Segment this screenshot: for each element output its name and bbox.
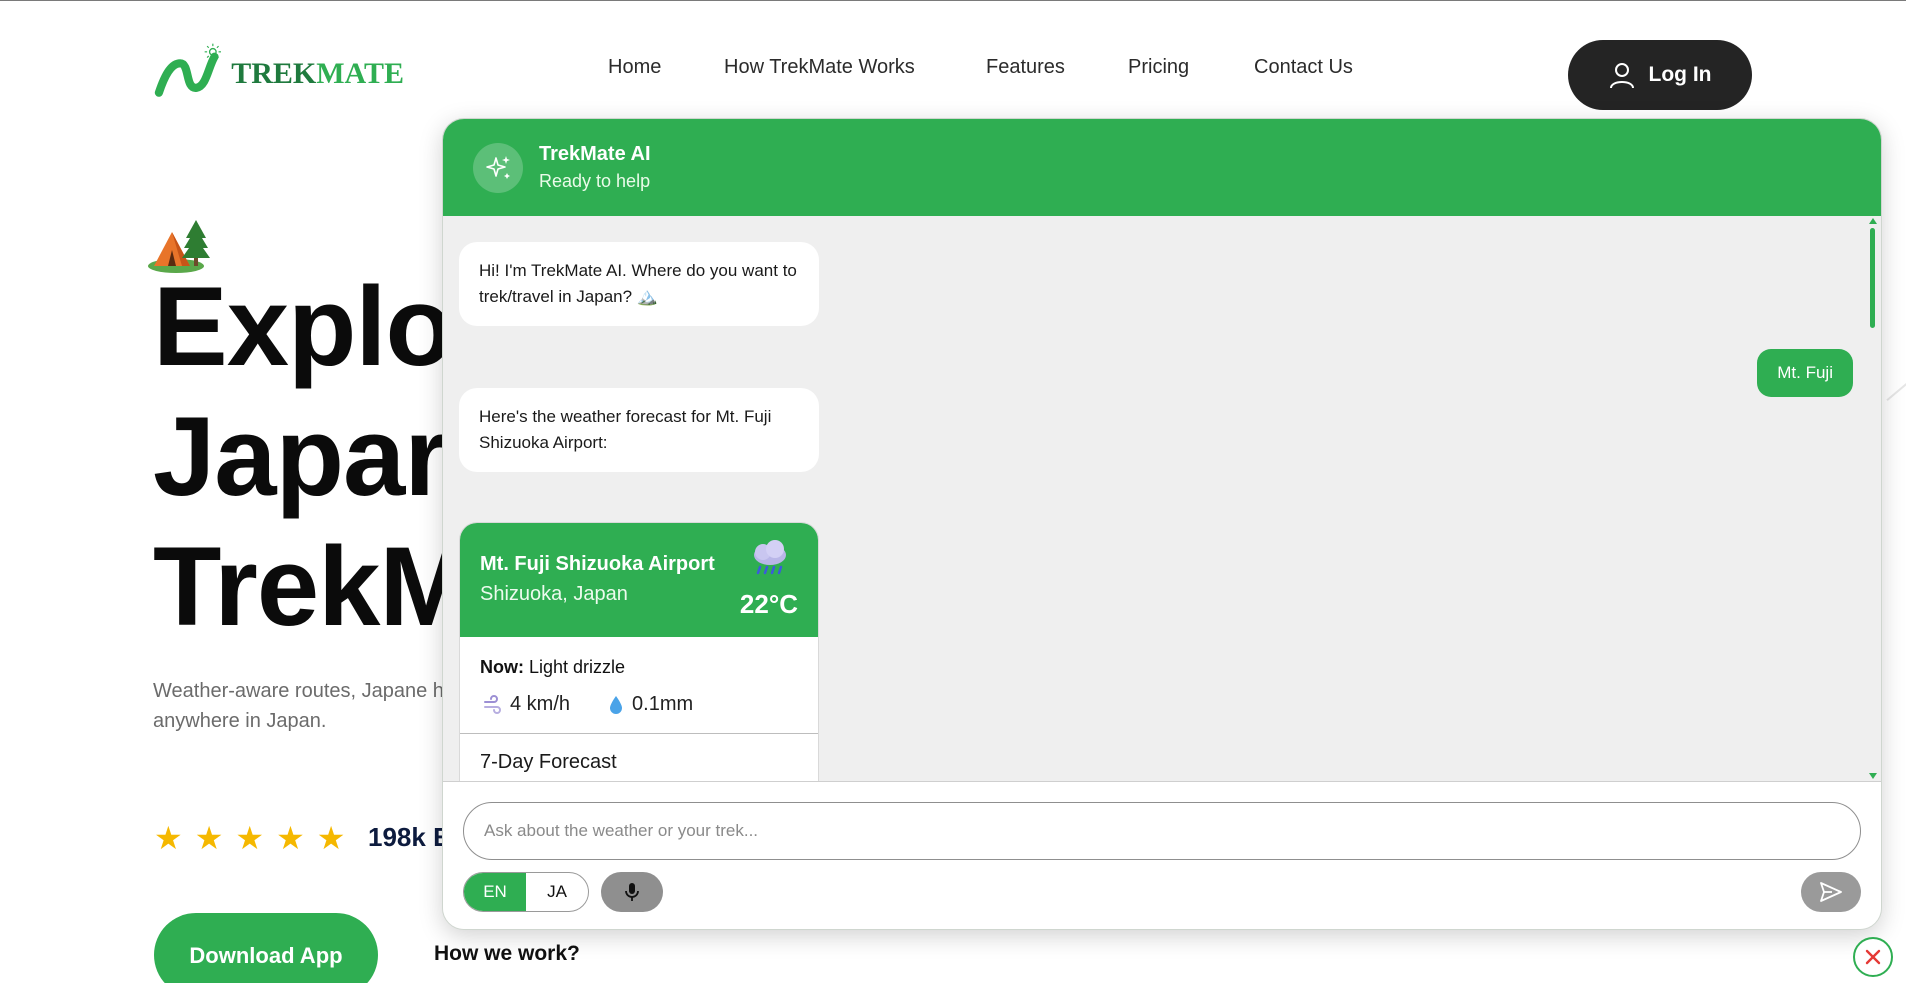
nav-features[interactable]: Features [986, 56, 1065, 79]
wind-icon [484, 694, 501, 714]
nav-contact-us[interactable]: Contact Us [1254, 56, 1353, 79]
close-icon [1865, 949, 1881, 965]
scroll-up-arrow-icon[interactable] [1869, 218, 1877, 224]
bot-message-forecast-intro: Here's the weather forecast for Mt. Fuji… [459, 388, 819, 472]
weather-location: Mt. Fuji Shizuoka Airport [480, 553, 715, 575]
weather-now-condition: Light drizzle [529, 657, 626, 677]
star-icon: ★ [316, 820, 346, 856]
weather-wind: 4 km/h [510, 693, 571, 715]
send-button[interactable] [1801, 872, 1861, 912]
lang-en-button[interactable]: EN [464, 873, 526, 911]
user-message: Mt. Fuji [1757, 349, 1853, 397]
weather-forecast-title: 7-Day Forecast [480, 751, 617, 773]
hero-title-line-3: TrekM [153, 524, 473, 649]
lang-ja-button[interactable]: JA [526, 873, 588, 911]
rating-stars: ★ ★ ★ ★ ★ [154, 822, 345, 854]
droplet-icon [610, 695, 623, 714]
weather-temperature: 22°C [739, 589, 798, 619]
scroll-down-arrow-icon[interactable] [1869, 773, 1877, 779]
chat-header: TrekMate AI Ready to help [443, 119, 1881, 216]
hero-title-line-2: Japar [153, 394, 448, 519]
hero-title: Explo Japar TrekM [153, 262, 473, 652]
bot-name: TrekMate AI [539, 143, 651, 165]
how-we-work-link[interactable]: How we work? [434, 942, 580, 966]
hero-title-line-1: Explo [153, 264, 454, 389]
chat-widget: TrekMate AI Ready to help Hi! I'm TrekMa… [442, 118, 1882, 930]
chat-messages[interactable]: Hi! I'm TrekMate AI. Where do you want t… [443, 216, 1881, 812]
weather-now: Now: Light drizzle [480, 657, 625, 678]
rating-count: 198k E [368, 822, 451, 852]
star-icon: ★ [154, 820, 183, 856]
top-border [0, 0, 1906, 1]
weather-card: Mt. Fuji Shizuoka Airport Shizuoka, Japa… [459, 522, 819, 812]
star-icon: ★ [235, 820, 265, 856]
nav-how-trekmate-works[interactable]: How TrekMate Works [724, 56, 915, 79]
bot-status: Ready to help [539, 171, 651, 191]
language-toggle: EN JA [463, 872, 589, 912]
rain-cloud-icon [754, 540, 786, 575]
chat-input[interactable] [463, 802, 1861, 860]
login-button[interactable]: Log In [1568, 40, 1752, 110]
decorative-line [1886, 360, 1906, 402]
nav-home[interactable]: Home [608, 56, 661, 79]
chat-composer: EN JA [443, 781, 1881, 929]
weather-card-header: Mt. Fuji Shizuoka Airport Shizuoka, Japa… [460, 523, 818, 637]
star-icon: ★ [276, 820, 305, 856]
bot-message-greeting: Hi! I'm TrekMate AI. Where do you want t… [459, 242, 819, 326]
send-icon [1820, 882, 1842, 902]
nav-pricing[interactable]: Pricing [1128, 56, 1189, 79]
bot-avatar [473, 143, 523, 193]
weather-stats: 4 km/h 0.1mm [482, 693, 693, 716]
microphone-icon [625, 883, 639, 901]
star-icon: ★ [194, 820, 224, 856]
close-chat-button[interactable] [1853, 937, 1893, 977]
scroll-thumb[interactable] [1870, 228, 1875, 328]
weather-divider [460, 733, 818, 734]
microphone-button[interactable] [601, 872, 663, 912]
weather-precip: 0.1mm [632, 693, 694, 715]
sparkles-icon [486, 156, 510, 179]
weather-region: Shizuoka, Japan [480, 583, 628, 605]
weather-now-label: Now: [480, 657, 524, 677]
download-app-button[interactable]: Download App [154, 913, 378, 983]
chat-scrollbar[interactable] [1868, 216, 1878, 781]
user-icon [1609, 63, 1634, 89]
login-label: Log In [1648, 63, 1712, 86]
